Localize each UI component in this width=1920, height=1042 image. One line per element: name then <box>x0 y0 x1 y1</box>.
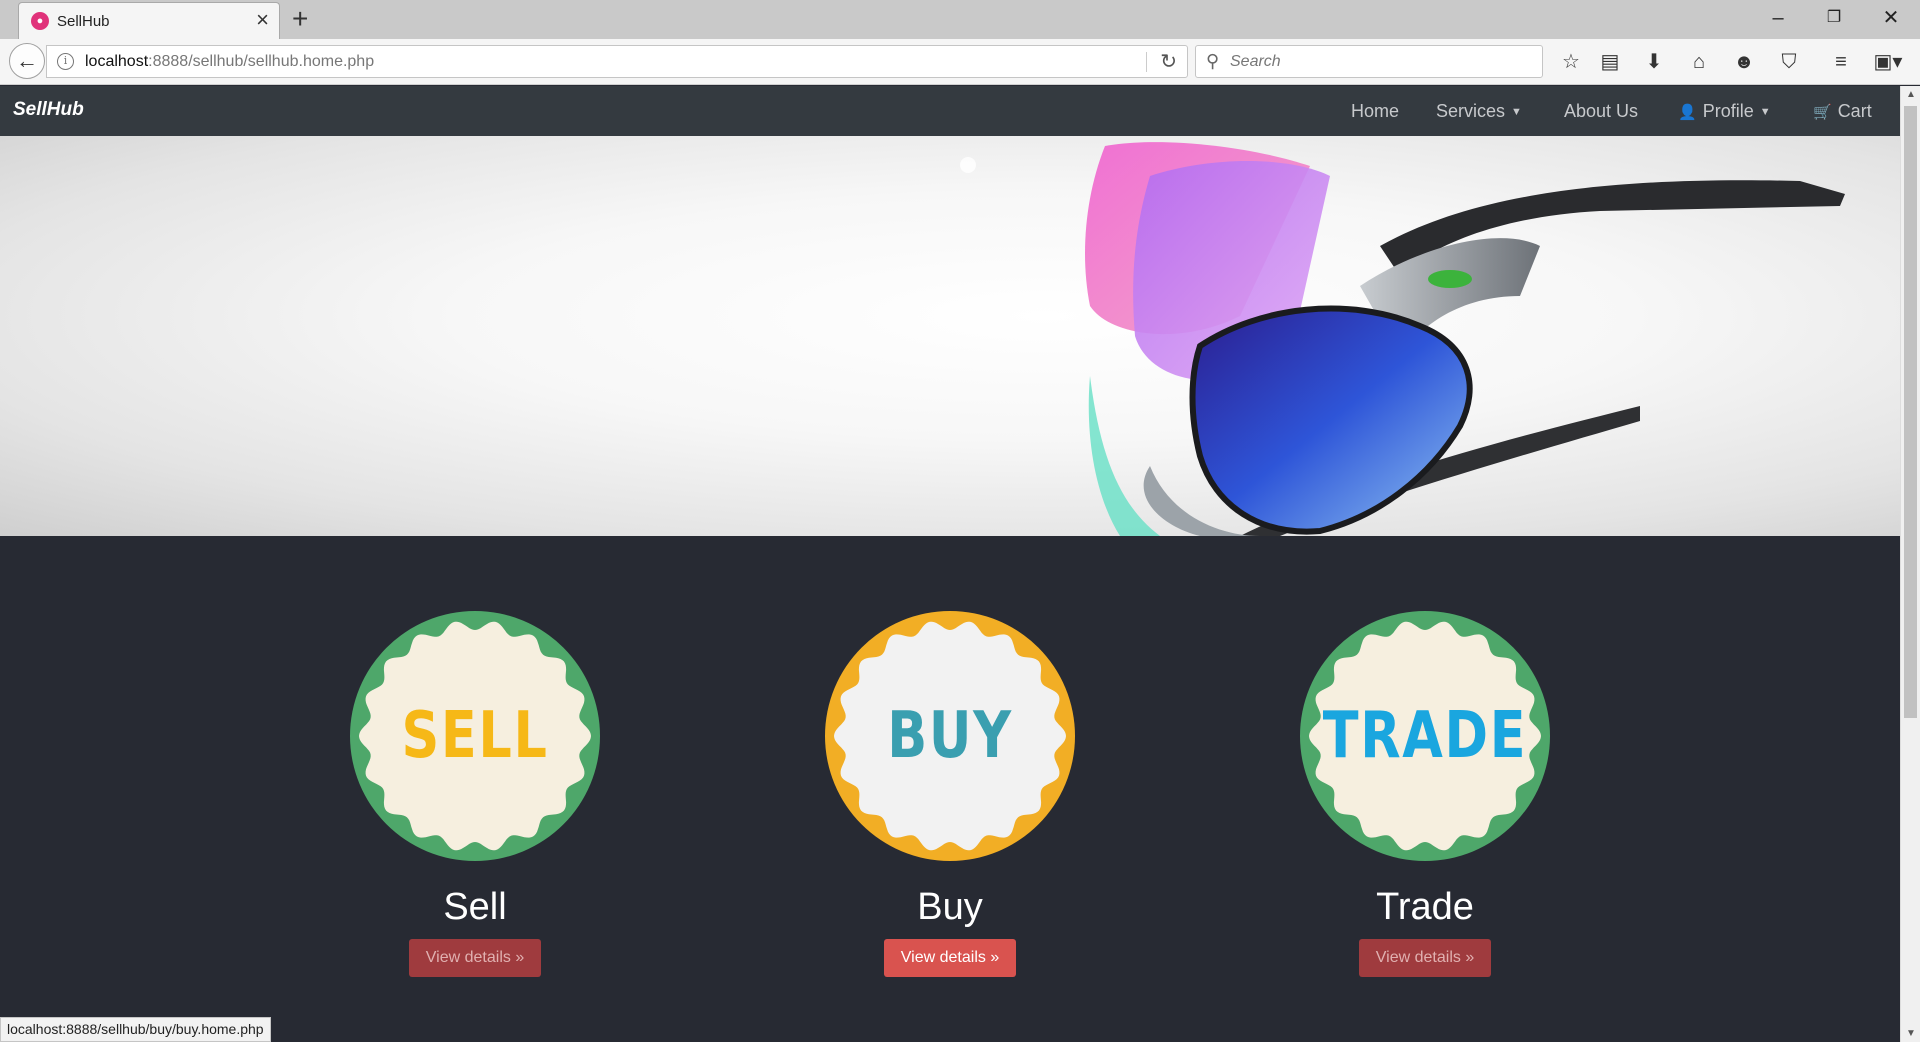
scroll-up-icon[interactable]: ▲ <box>1906 89 1916 100</box>
bookmark-star-icon[interactable]: ☆ <box>1556 47 1586 77</box>
brand-logo[interactable]: SellHub <box>13 99 84 121</box>
feature-sell: SELL Sell View details » <box>345 610 605 977</box>
browser-tab-bar: ● SellHub × + – ❐ ✕ <box>0 0 1920 39</box>
sell-view-details-button[interactable]: View details » <box>408 939 542 977</box>
minimize-icon[interactable]: – <box>1758 4 1798 32</box>
scroll-thumb[interactable] <box>1904 106 1917 718</box>
nav-home[interactable]: Home <box>1351 101 1399 122</box>
nav-about[interactable]: About Us <box>1564 101 1638 122</box>
nav-cart[interactable]: 🛒 Cart <box>1813 101 1872 122</box>
url-text: localhost:8888/sellhub/sellhub.home.php <box>85 53 375 70</box>
sunglasses-image <box>960 142 1845 536</box>
home-icon[interactable]: ⌂ <box>1684 47 1714 77</box>
nav-services-label: Services <box>1436 101 1506 121</box>
feature-title: Trade <box>1376 886 1474 928</box>
nav-cart-label: Cart <box>1837 101 1872 121</box>
search-input[interactable]: ⚲ Search <box>1195 45 1543 78</box>
feature-title: Sell <box>443 886 507 928</box>
download-icon[interactable]: ⬇ <box>1639 47 1669 77</box>
badge-label: TRADE <box>1322 699 1528 773</box>
close-tab-icon[interactable]: × <box>256 9 269 31</box>
chat-icon[interactable]: ☻ <box>1729 47 1759 77</box>
caret-down-icon: ▼ <box>1511 106 1522 119</box>
nav-profile-label: Profile <box>1702 101 1754 121</box>
cart-icon: 🛒 <box>1813 104 1832 121</box>
url-divider <box>1146 52 1147 72</box>
url-bar[interactable]: i localhost:8888/sellhub/sellhub.home.ph… <box>46 45 1188 78</box>
page-scrollbar[interactable]: ▲ ▼ <box>1900 86 1920 1042</box>
new-tab-icon[interactable]: + <box>292 4 308 34</box>
sellhub-favicon-icon: ● <box>31 12 49 30</box>
badge-label: SELL <box>401 699 549 773</box>
pocket-icon[interactable]: ⛉ <box>1774 47 1804 77</box>
browser-tab[interactable]: ● SellHub × <box>18 2 280 39</box>
search-icon: ⚲ <box>1206 51 1220 71</box>
caret-down-icon: ▼ <box>1759 106 1771 119</box>
nav-profile[interactable]: 👤 Profile ▼ <box>1678 101 1771 122</box>
tab-title: SellHub <box>57 13 110 30</box>
search-placeholder: Search <box>1230 53 1281 70</box>
restore-icon[interactable]: ❐ <box>1814 4 1854 32</box>
scroll-down-icon[interactable]: ▼ <box>1906 1028 1916 1039</box>
site-navbar: SellHub Home Services ▼ About Us 👤 Profile… <box>0 86 1900 136</box>
status-bar-link: localhost:8888/sellhub/buy/buy.home.php <box>0 1017 271 1042</box>
sell-badge[interactable]: SELL <box>349 610 601 862</box>
back-arrow-icon[interactable]: ← <box>9 43 45 79</box>
trade-badge[interactable]: TRADE <box>1299 610 1551 862</box>
buy-view-details-button[interactable]: View details » <box>883 939 1017 977</box>
menu-icon[interactable]: ≡ <box>1826 47 1856 77</box>
feature-title: Buy <box>917 886 983 928</box>
info-icon[interactable]: i <box>57 53 74 70</box>
window-close-icon[interactable]: ✕ <box>1871 4 1911 32</box>
trade-view-details-button[interactable]: View details » <box>1358 939 1492 977</box>
buy-badge[interactable]: BUY <box>824 610 1076 862</box>
user-icon: 👤 <box>1678 104 1697 121</box>
feature-buy: BUY Buy View details » <box>820 610 1080 977</box>
hero-banner-image <box>0 136 1900 536</box>
browser-toolbar: ← i localhost:8888/sellhub/sellhub.home.… <box>0 39 1920 85</box>
nav-services[interactable]: Services ▼ <box>1436 101 1522 122</box>
feature-trade: TRADE Trade View details » <box>1295 610 1555 977</box>
extension-icon[interactable]: ▣▾ <box>1868 47 1908 77</box>
bookmarks-list-icon[interactable]: ▤ <box>1595 47 1625 77</box>
reload-icon[interactable]: ↻ <box>1160 49 1177 74</box>
badge-label: BUY <box>887 699 1013 773</box>
